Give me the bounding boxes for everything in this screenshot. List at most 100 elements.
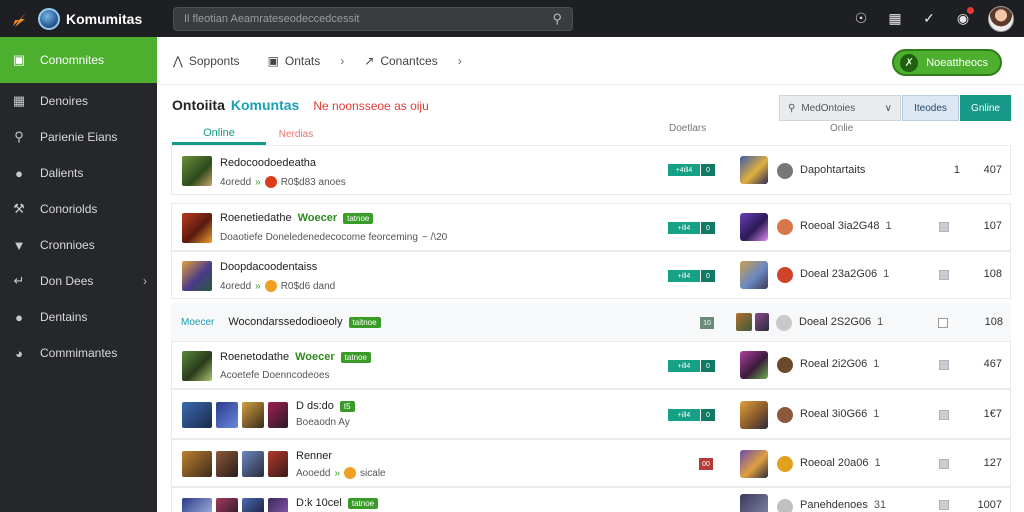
game-thumbnail — [182, 213, 212, 243]
primary-action-button[interactable]: ✗ Noeattheocs — [892, 49, 1002, 76]
sidebar-item-label: Cronnioes — [40, 238, 95, 252]
row-owner[interactable]: Doeal 23a2G06 — [800, 268, 877, 280]
table-row[interactable]: D:k 10cel tatnoe Panehdenoes 31 1007 — [171, 487, 1011, 512]
tab-pending[interactable]: Nerdias — [266, 123, 326, 145]
game-thumbnail — [242, 498, 264, 512]
row-owner[interactable]: Doeal 2S2G06 — [799, 316, 871, 328]
table-row[interactable]: Doopdacoodentaiss 4oredd» R0$d6 dand +ill… — [171, 251, 1011, 299]
row-title[interactable]: Roenetodathe — [220, 351, 289, 363]
cover-image — [740, 351, 768, 379]
search-box[interactable]: ⚲ — [173, 6, 573, 31]
table-row[interactable]: Renner Aooedd» sicale 00 Roeoal 20a06 1 12… — [171, 439, 1011, 487]
bookmark-icon[interactable]: ▦ — [886, 10, 904, 27]
row-checkbox[interactable] — [939, 270, 949, 280]
user-avatar[interactable] — [988, 5, 1014, 32]
sidebar-item-label: Don Dees — [40, 274, 94, 288]
globe-icon[interactable]: ☉ — [852, 10, 870, 27]
page-title: Ontoiita Komuntas Ne noonsseoe as oiju — [172, 97, 429, 113]
tool-icon: ↗ — [364, 53, 375, 68]
search-input[interactable] — [184, 12, 553, 25]
trophy-icon[interactable]: ✓ — [920, 10, 938, 27]
table-row[interactable]: D ds:do t5 Boeaodn Ay +ill4 0 Roeal 3i0G66… — [171, 389, 1011, 439]
cover-image — [740, 401, 768, 429]
sidebar-item-dalients[interactable]: ● Dalients — [0, 155, 157, 191]
primary-action-label: Noeattheocs — [926, 56, 988, 69]
search-icon[interactable]: ⚲ — [552, 11, 562, 27]
bolt-logo-icon — [13, 11, 27, 27]
breadcrumb-item-ontats[interactable]: ▣ Ontats — [268, 54, 321, 68]
table-row[interactable]: Moecer Wocondarssedodioeoly taitnoe 10 Doe… — [171, 303, 1011, 343]
row-owner[interactable]: Roeoal 20a06 — [800, 457, 869, 469]
sidebar-item-dentains[interactable]: ● Dentains — [0, 299, 157, 335]
title-part-1: Ontoiita — [172, 97, 225, 113]
badge-label: +ill4 — [668, 360, 700, 372]
row-checkbox[interactable] — [939, 459, 949, 469]
sidebar-item-label: Conoriolds — [40, 202, 98, 216]
row-title[interactable]: Roenetiedathe — [220, 212, 292, 224]
breadcrumb-item-supports[interactable]: ⋀ Sopponts — [173, 54, 240, 68]
row-checkbox[interactable] — [939, 360, 949, 370]
row-checkbox[interactable] — [939, 222, 949, 232]
game-thumbnail — [242, 451, 264, 477]
table-row[interactable]: Redocoodoedeatha 4oredd» R0$d83 anoes +4i… — [171, 145, 1011, 195]
brand[interactable]: Komumitas — [0, 7, 157, 30]
chevron-right-icon: › — [143, 274, 147, 288]
column-header-2[interactable]: Onlie — [830, 123, 853, 134]
column-header-1[interactable]: Doetlars — [669, 123, 706, 134]
sidebar-item-don-dees[interactable]: ↵ Don Dees › — [0, 263, 157, 299]
sidebar-item-parienie[interactable]: ⚲ Parienie Eians — [0, 119, 157, 155]
row-checkbox[interactable] — [939, 500, 949, 510]
row-title[interactable]: D ds:do — [296, 400, 334, 412]
table-row[interactable]: Roenetodathe Woecer tatnoe Acoetefe Doennc… — [171, 341, 1011, 389]
table-row[interactable]: Roenetiedathe Woecer tatnoe Doaotiefe Done… — [171, 203, 1011, 251]
row-owner[interactable]: Dapohtartaits — [800, 164, 865, 176]
row-tag: tatnoe — [343, 212, 374, 224]
tab-online[interactable]: Online — [172, 123, 266, 145]
search-icon: ⚲ — [14, 129, 24, 144]
game-thumbnail — [182, 498, 212, 512]
row-checkbox[interactable] — [939, 410, 949, 420]
game-thumbnail — [268, 402, 288, 428]
breadcrumb-item-conantces[interactable]: ↗ Conantces — [364, 54, 437, 68]
segment-button-2[interactable]: Gnline — [960, 95, 1011, 121]
sidebar-item-conoriolds[interactable]: ⚒ Conoriolds — [0, 191, 157, 227]
status-icon — [777, 357, 793, 373]
status-badge: 00 — [698, 458, 713, 470]
row-title[interactable]: D:k 10cel — [296, 497, 342, 509]
cover-image — [755, 313, 769, 331]
status-badge: 10 — [699, 317, 714, 329]
row-title[interactable]: Wocondarssedodioeoly — [228, 316, 342, 328]
cover-image — [740, 261, 768, 289]
segment-button-1[interactable]: Iteodes — [902, 95, 959, 121]
inbox-icon: ▼ — [12, 237, 26, 253]
game-thumbnail — [216, 402, 238, 428]
row-title[interactable]: Renner — [296, 450, 332, 462]
filter-select[interactable]: ⚲ MedOntoies ∨ — [779, 95, 901, 121]
filter-label: MedOntoies — [801, 102, 856, 114]
row-checkbox[interactable] — [938, 318, 948, 328]
sidebar-item-commimantes[interactable]: ◕ Commimantes — [0, 335, 157, 371]
row-index: 1 — [953, 164, 960, 176]
sidebar-item-denoires[interactable]: ▦ Denoires — [0, 83, 157, 119]
chevron-right-icon: › — [457, 53, 462, 68]
row-title[interactable]: Doopdacoodentaiss — [220, 261, 317, 273]
sidebar-item-communities[interactable]: ▣ Conomnites — [0, 37, 157, 83]
status-badge: +ill4 0 — [668, 360, 715, 372]
badge-label: +ill4 — [668, 222, 700, 234]
badge-count: 0 — [700, 360, 715, 372]
sidebar: ▣ Conomnites ▦ Denoires ⚲ Parienie Eians… — [0, 37, 157, 512]
row-title[interactable]: Redocoodoedeatha — [220, 157, 316, 169]
cover-image — [740, 450, 768, 478]
status-icon — [777, 499, 793, 512]
notification-icon[interactable]: ◉ — [954, 7, 974, 27]
badge-count: 0 — [700, 270, 715, 282]
nodes-icon: ⋀ — [173, 53, 183, 68]
row-owner[interactable]: Roeoal 3ia2G48 — [800, 220, 880, 232]
emoji-icon — [264, 280, 277, 292]
sidebar-item-cronnioes[interactable]: ▼ Cronnioes — [0, 227, 157, 263]
row-owner[interactable]: Roeal 3i0G66 — [800, 408, 867, 420]
row-owner[interactable]: Panehdenoes — [800, 499, 868, 511]
game-thumbnail — [268, 451, 288, 477]
badge-label: +4ill4 — [668, 164, 700, 176]
row-owner[interactable]: Roeal 2i2G06 — [800, 358, 867, 370]
